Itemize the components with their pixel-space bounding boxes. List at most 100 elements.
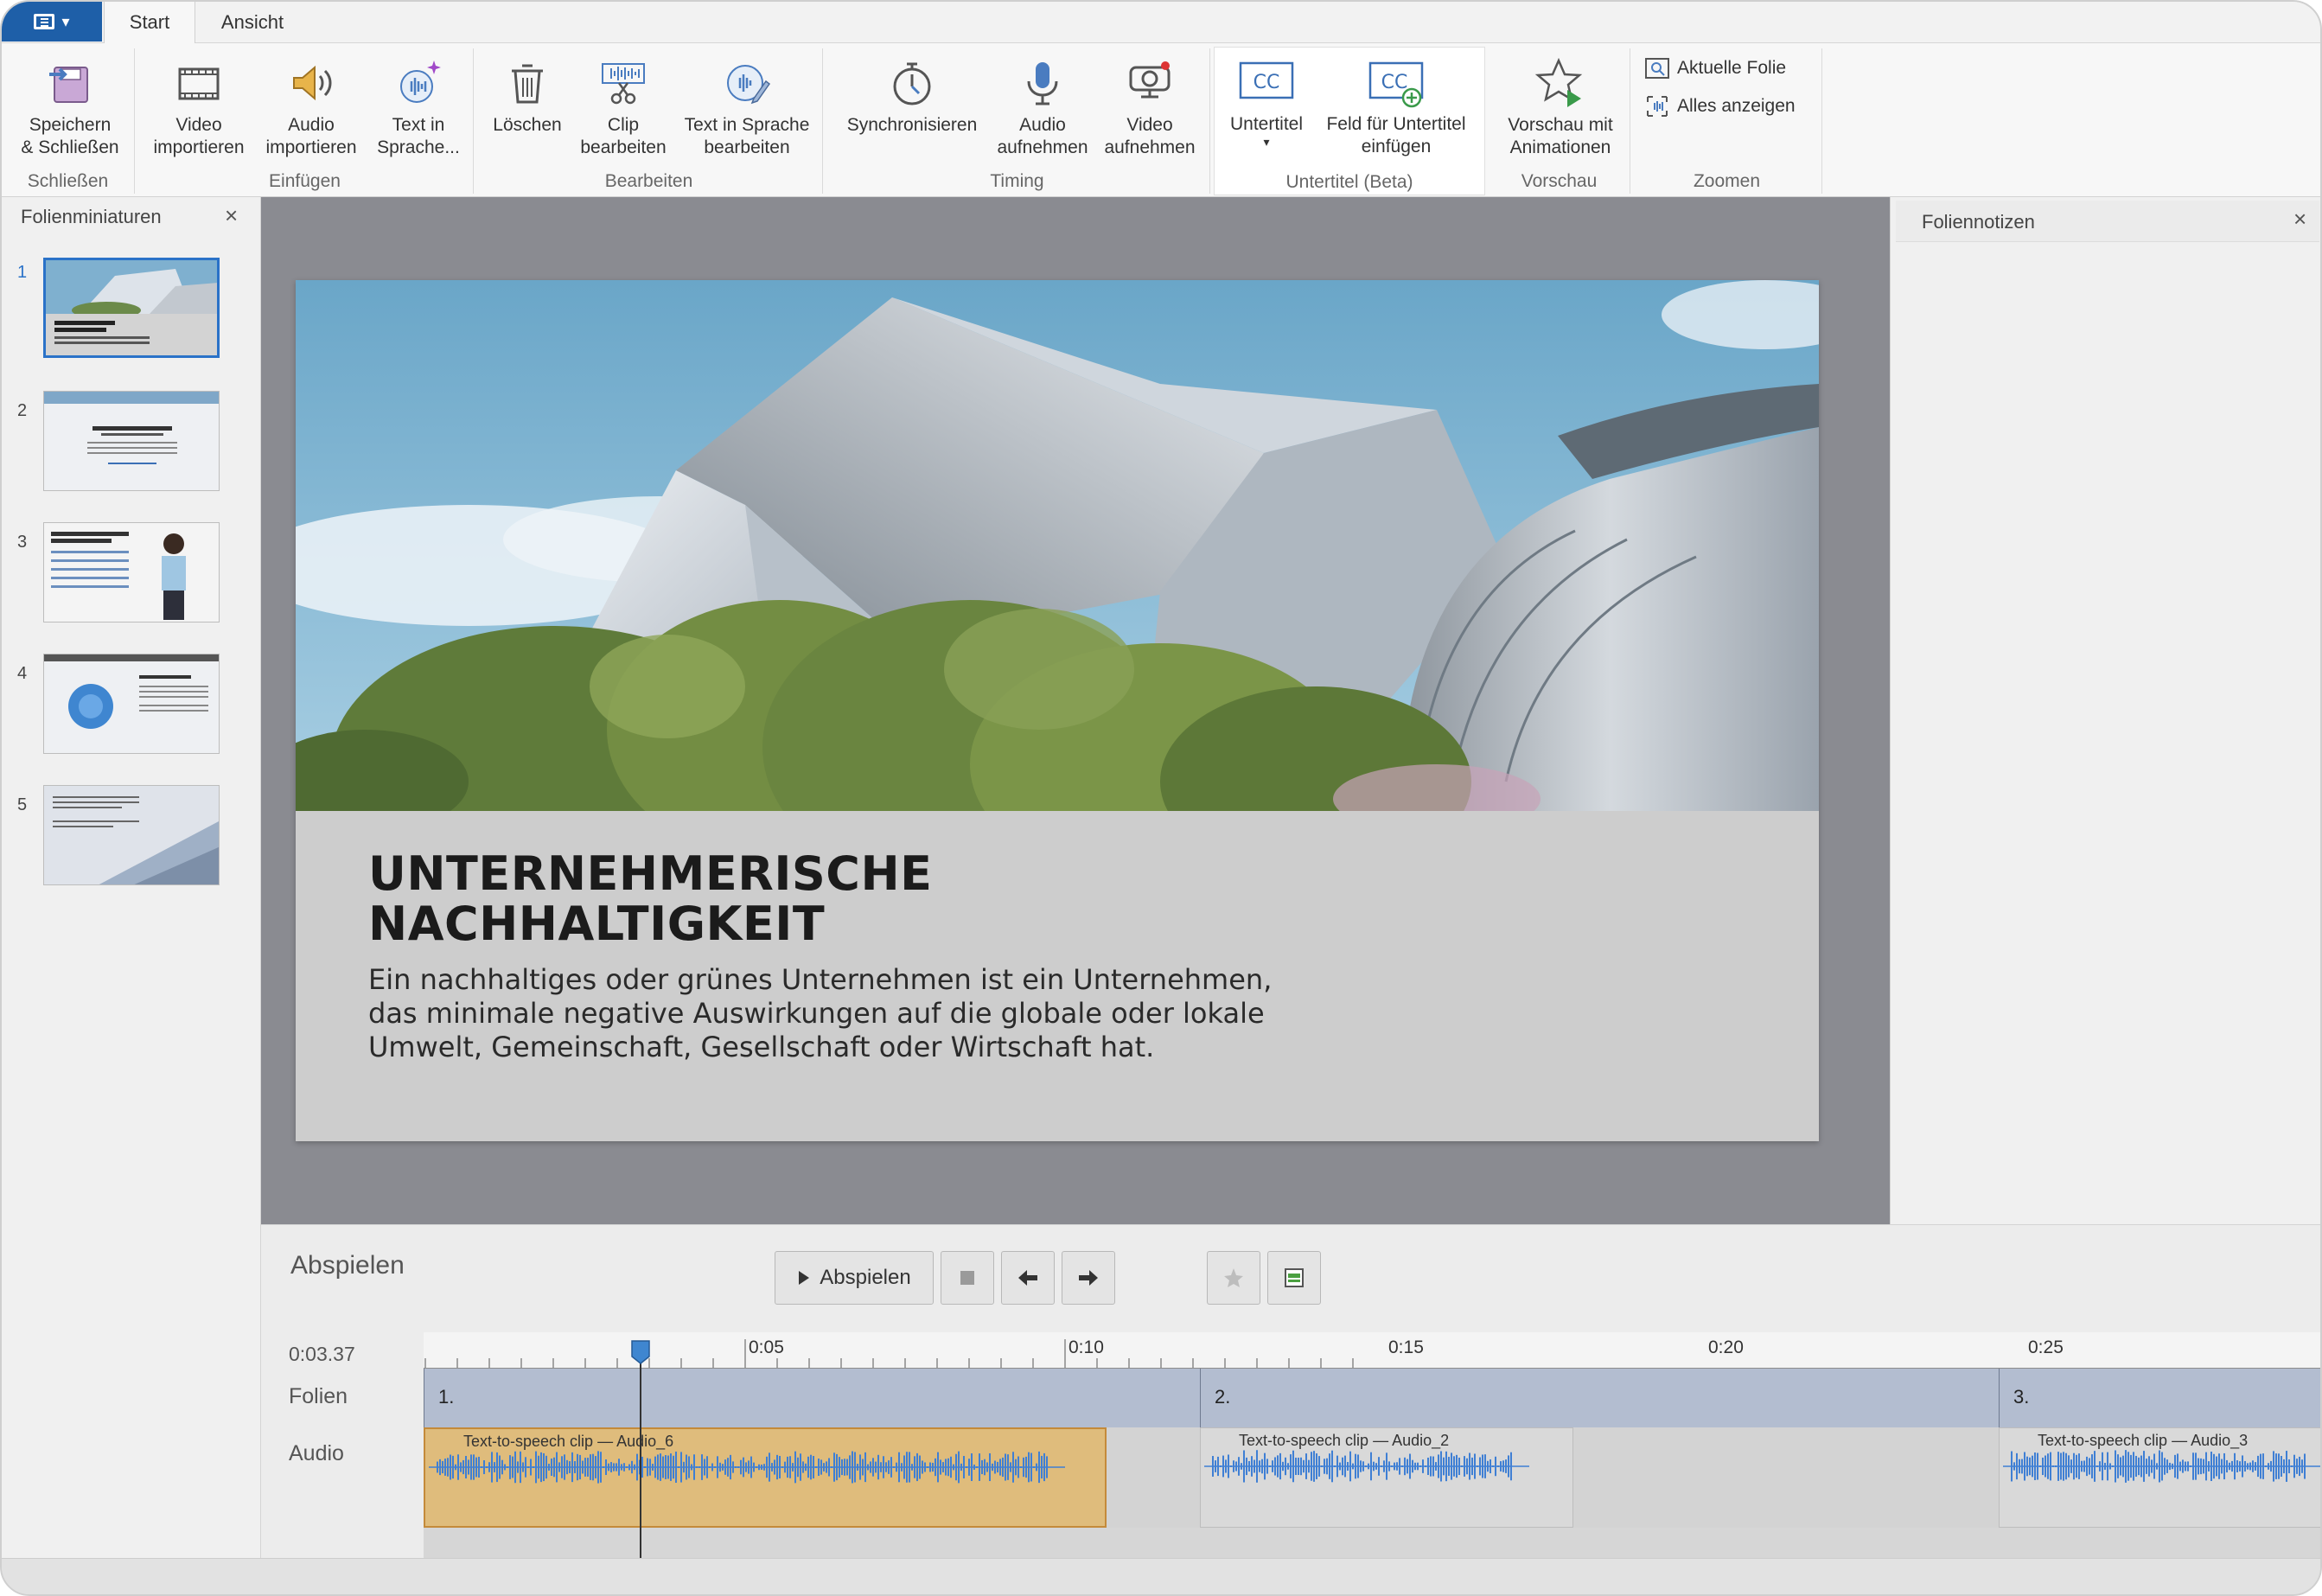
save-close-button[interactable]: Speichern & Schließen [14,55,126,159]
audio-import-label: Audio importieren [265,115,357,157]
subtitles-label: Untertitel [1229,114,1304,134]
slide-thumbnail-5[interactable] [43,785,220,885]
audio-record-label: Audio aufnehmen [997,115,1088,157]
slide-notes-pane: Foliennotizen × [1890,197,2320,1224]
arrow-left-icon [1018,1270,1037,1286]
architecture-photo [296,280,1819,811]
tab-start[interactable]: Start [104,2,195,44]
thumbnail-preview [44,392,219,490]
group-zoom: Aktuelle Folie Alles anzeigen Zoomen [1632,48,1822,194]
slide-thumbnail-2[interactable] [43,391,220,491]
waveform [1204,1450,1529,1483]
playback-panel: Abspielen Abspielen 0:03.37 Folien Audio [261,1224,2322,1559]
group-timing: Synchronisieren Audio aufnehmen Video au… [825,48,1210,194]
trash-icon [512,64,543,104]
thumbnail-preview [44,654,219,753]
slides-row-label: Folien [289,1384,348,1408]
play-icon [799,1271,810,1285]
cc-add-icon: CC [1368,61,1424,108]
slide-canvas[interactable]: UNTERNEHMERISCHE NACHHALTIGKEIT Ein nach… [296,280,1819,1141]
thumbnail-number: 4 [17,664,28,683]
thumbnail-number: 5 [17,795,28,814]
group-preview: Vorschau mit Animationen Vorschau [1489,48,1630,194]
arrow-right-icon [1079,1270,1098,1286]
audio-clip-2[interactable]: Text-to-speech clip — Audio_2 [1200,1427,1573,1528]
waveform [429,1451,1065,1484]
preview-animations-button[interactable]: Vorschau mit Animationen [1496,55,1625,159]
slide-segment-3[interactable]: 3. [1999,1369,2320,1427]
subtitles-button[interactable]: CC Untertitel ▾ [1227,54,1306,148]
time-ruler[interactable]: 0:05 0:10 0:15 0:20 0:25 [424,1332,2322,1369]
previous-button[interactable] [1001,1251,1055,1305]
video-record-label: Video aufnehmen [1104,115,1196,157]
current-slide-button[interactable]: Aktuelle Folie [1644,55,1786,81]
fit-all-icon [1647,96,1668,117]
video-import-button[interactable]: Video importieren [145,55,252,159]
ruler-label: 0:05 [749,1337,784,1357]
subtitle-icon [1285,1268,1304,1287]
status-bar [2,1558,2320,1594]
waveform [2003,1450,2320,1483]
subtitle-toggle-button[interactable] [1267,1251,1321,1305]
slide-thumbnail-3[interactable] [43,522,220,622]
subtitle-field-button[interactable]: CC Feld für Untertitel einfügen [1311,54,1481,158]
ruler-label: 0:10 [1069,1337,1104,1357]
group-label-bearbeiten: Bearbeiten [604,171,693,191]
animation-button[interactable] [1207,1251,1260,1305]
text-to-speech-button[interactable]: Text in Sprache... [368,55,469,159]
tab-ansicht[interactable]: Ansicht [202,2,303,43]
webcam-icon [1129,61,1171,99]
file-menu-button[interactable]: ▾ [2,2,102,41]
subtitle-field-label: Feld für Untertitel einfügen [1326,114,1466,156]
show-all-label: Alles anzeigen [1677,96,1796,116]
playhead-handle[interactable] [630,1339,651,1365]
app-window: ▾ Start Ansicht Speichern & Schließen Sc… [0,0,2322,1596]
ruler-label: 0:20 [1708,1337,1744,1357]
next-button[interactable] [1062,1251,1115,1305]
playhead-line [640,1341,642,1559]
slide-thumbnail-1[interactable] [43,258,220,358]
play-button[interactable]: Abspielen [775,1251,934,1305]
slide-segment-label: 3. [2013,1386,2030,1408]
close-icon[interactable]: × [2293,206,2306,233]
video-record-button[interactable]: Video aufnehmen [1096,55,1203,159]
slide-segment-2[interactable]: 2. [1200,1369,1999,1427]
group-label-zoom: Zoomen [1693,171,1761,191]
slide-segment-1[interactable]: 1. [424,1369,1200,1427]
delete-button[interactable]: Löschen [481,55,574,137]
group-label-schliessen: Schließen [27,171,109,191]
clip-edit-button[interactable]: Clip bearbeiten [572,55,674,159]
play-label: Abspielen [820,1266,911,1289]
show-all-button[interactable]: Alles anzeigen [1644,93,1796,119]
audio-clip-1[interactable]: Text-to-speech clip — Audio_6 [424,1427,1107,1528]
group-einfuegen: Video importieren Audio importieren Text… [137,48,474,194]
group-label-subtitles: Untertitel (Beta) [1285,172,1413,192]
audio-record-button[interactable]: Audio aufnehmen [989,55,1096,159]
svg-text:CC: CC [1253,72,1280,93]
slide-body-text[interactable]: Ein nachhaltiges oder grünes Unternehmen… [368,963,1406,1064]
close-icon[interactable]: × [225,202,238,229]
sync-button[interactable]: Synchronisieren [832,55,992,137]
stop-button[interactable] [941,1251,994,1305]
ribbon: Speichern & Schließen Schließen Video im… [2,43,2320,197]
thumbnail-number: 1 [17,263,28,282]
microphone-icon [1027,62,1058,105]
stop-icon [960,1271,974,1285]
ruler-label: 0:25 [2028,1337,2064,1357]
ruler-label: 0:15 [1388,1337,1424,1357]
slide-thumbnails-pane: Folienminiaturen × 1 2 3 4 5 [2,197,261,1558]
chevron-down-icon: ▾ [1263,135,1270,149]
group-label-preview: Vorschau [1521,171,1598,191]
slide-title[interactable]: UNTERNEHMERISCHE NACHHALTIGKEIT [368,849,1406,949]
audio-import-button[interactable]: Audio importieren [259,55,363,159]
time-readout: 0:03.37 [289,1343,355,1365]
tts-edit-icon [727,65,771,105]
slide-segment-label: 2. [1215,1386,1231,1408]
audio-row-label: Audio [289,1441,344,1465]
ribbon-tab-bar: ▾ Start Ansicht [2,2,2320,44]
star-icon [1224,1268,1243,1287]
audio-clip-3[interactable]: Text-to-speech clip — Audio_3 [1999,1427,2320,1528]
timeline[interactable]: 0:05 0:10 0:15 0:20 0:25 1. 2. 3. Text-to-sp… [424,1332,2322,1559]
slide-thumbnail-4[interactable] [43,654,220,754]
tts-edit-button[interactable]: Text in Sprache bearbeiten [676,55,818,159]
